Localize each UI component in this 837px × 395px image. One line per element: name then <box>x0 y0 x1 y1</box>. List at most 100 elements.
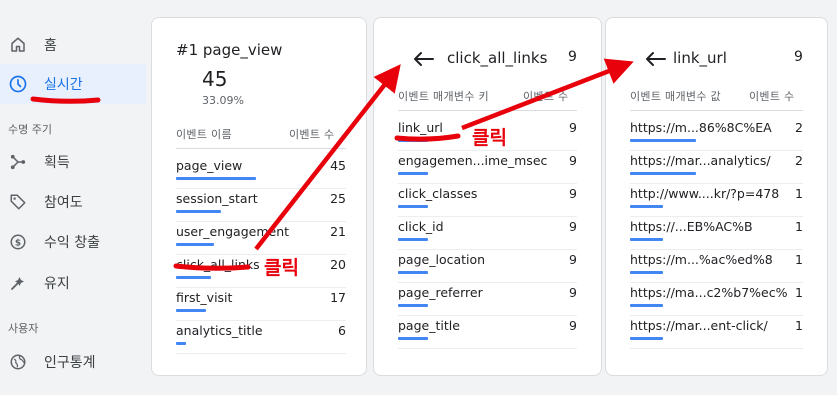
row-name: user_engagement <box>176 224 290 239</box>
table-row[interactable]: click_id 9 <box>398 219 577 252</box>
row-value: 9 <box>569 186 577 201</box>
row-value: 1 <box>795 285 803 300</box>
row-value: 9 <box>569 285 577 300</box>
table-row[interactable]: page_view 45 <box>176 158 346 191</box>
table-row[interactable]: page_referrer 9 <box>398 285 577 318</box>
row-bar <box>176 276 211 279</box>
row-name: https://m...%ac%ed%8 <box>630 252 773 267</box>
table-row[interactable]: click_all_links 20 <box>176 257 346 290</box>
row-divider <box>176 221 346 222</box>
column-header-event-name: 이벤트 이름 <box>176 128 232 141</box>
row-name: page_view <box>176 158 243 173</box>
dollar-icon: $ <box>8 232 28 252</box>
sidebar-item-label: 유지 <box>44 276 70 292</box>
column-header-param-value: 이벤트 매개변수 값 <box>630 90 721 103</box>
row-value: 1 <box>795 186 803 201</box>
row-value: 9 <box>569 219 577 234</box>
retention-icon <box>8 273 28 293</box>
row-bar <box>398 139 428 142</box>
row-value: 1 <box>795 252 803 267</box>
table-row[interactable]: user_engagement 21 <box>176 224 346 257</box>
row-bar <box>176 309 206 312</box>
row-bar <box>176 210 221 213</box>
row-bar <box>398 337 428 340</box>
event-param-value-card: link_url 9 이벤트 매개변수 값 이벤트 수 https://m...… <box>605 17 828 376</box>
row-name: https://...EB%AC%B <box>630 219 753 234</box>
row-bar <box>398 172 428 175</box>
row-name: click_id <box>398 219 444 234</box>
sidebar-item-engagement[interactable]: 참여도 <box>0 182 146 222</box>
table-row[interactable]: https://mar...analytics/2 <box>630 153 803 186</box>
column-header-event-count: 이벤트 수 <box>749 90 795 103</box>
section-label-user: 사용자 <box>8 322 39 335</box>
row-bar <box>176 243 214 246</box>
table-row[interactable]: http://www....kr/?p=478 1 <box>630 186 803 219</box>
row-bar <box>630 271 663 274</box>
section-label-lifecycle: 수명 주기 <box>8 123 52 136</box>
param-count: 9 <box>794 49 803 65</box>
row-bar <box>630 205 663 208</box>
row-value: 21 <box>330 224 346 239</box>
sidebar-item-label: 실시간 <box>44 77 83 93</box>
row-name: session_start <box>176 191 258 206</box>
annotation-click-label: 클릭 <box>472 127 507 149</box>
row-name: click_all_links <box>176 257 260 272</box>
row-value: 6 <box>338 323 346 338</box>
row-bar <box>398 304 428 307</box>
table-row[interactable]: page_location 9 <box>398 252 577 285</box>
table-row[interactable]: https://m...%ac%ed%8 1 <box>630 252 803 285</box>
row-value: 17 <box>330 290 346 305</box>
table-row[interactable]: analytics_title 6 <box>176 323 346 356</box>
row-divider <box>398 216 577 217</box>
sidebar-item-acquisition[interactable]: 획득 <box>0 142 146 182</box>
row-value: 2 <box>795 120 803 135</box>
sidebar-item-demographics[interactable]: 인구통계 <box>0 342 146 382</box>
param-count: 9 <box>568 49 577 65</box>
sidebar-item-realtime[interactable]: 실시간 <box>0 64 146 104</box>
table-row[interactable]: https://...EB%AC%B 1 <box>630 219 803 252</box>
row-name: engagemen...ime_msec <box>398 153 548 168</box>
row-name: https://m...86%8C%EA <box>630 120 772 135</box>
sidebar-item-retention[interactable]: 유지 <box>0 263 146 303</box>
header-divider <box>398 110 577 111</box>
table-row[interactable]: page_title 9 <box>398 318 577 351</box>
table-row[interactable]: https://m...86%8C%EA 2 <box>630 120 803 153</box>
card-title: link_url <box>673 49 727 67</box>
row-divider <box>630 315 803 316</box>
table-row[interactable]: first_visit 17 <box>176 290 346 323</box>
row-value: 20 <box>330 257 346 272</box>
card-title: #1 page_view <box>176 41 283 59</box>
row-value: 9 <box>569 153 577 168</box>
header-divider <box>630 110 803 111</box>
row-bar <box>630 337 663 340</box>
table-row[interactable]: engagemen...ime_msec 9 <box>398 153 577 186</box>
acquisition-icon <box>8 152 28 172</box>
back-arrow-icon[interactable] <box>644 51 666 71</box>
row-divider <box>176 254 346 255</box>
row-name: link_url <box>398 120 443 135</box>
row-name: page_referrer <box>398 285 483 300</box>
table-row[interactable]: https://ma...c2%b7%ec% 1 <box>630 285 803 318</box>
column-header-event-count: 이벤트 수 <box>523 90 569 103</box>
event-name-card: #1 page_view 45 33.09% 이벤트 이름 이벤트 수 page… <box>151 17 367 376</box>
table-row[interactable]: https://mar...ent-click/1 <box>630 318 803 351</box>
row-name: https://mar...analytics/ <box>630 153 771 168</box>
sidebar-item-monetization[interactable]: $ 수익 창출 <box>0 222 146 262</box>
svg-text:$: $ <box>15 238 21 248</box>
row-name: first_visit <box>176 290 233 305</box>
globe-icon <box>8 352 28 372</box>
row-name: page_title <box>398 318 460 333</box>
column-header-event-count: 이벤트 수 <box>289 128 335 141</box>
row-divider <box>630 150 803 151</box>
sidebar-nav: 홈 실시간 수명 주기 획득 참여도 $ 수익 창출 유지 사용자 인구통계 <box>0 0 146 395</box>
event-percent: 33.09% <box>202 94 244 107</box>
row-bar <box>398 205 428 208</box>
row-divider <box>398 183 577 184</box>
sidebar-item-home[interactable]: 홈 <box>0 25 146 65</box>
table-row[interactable]: click_classes 9 <box>398 186 577 219</box>
back-arrow-icon[interactable] <box>412 51 434 71</box>
table-row[interactable]: session_start 25 <box>176 191 346 224</box>
event-param-key-card: click_all_links 9 이벤트 매개변수 키 이벤트 수 link_… <box>373 17 602 376</box>
row-value: 9 <box>569 318 577 333</box>
row-value: 25 <box>330 191 346 206</box>
